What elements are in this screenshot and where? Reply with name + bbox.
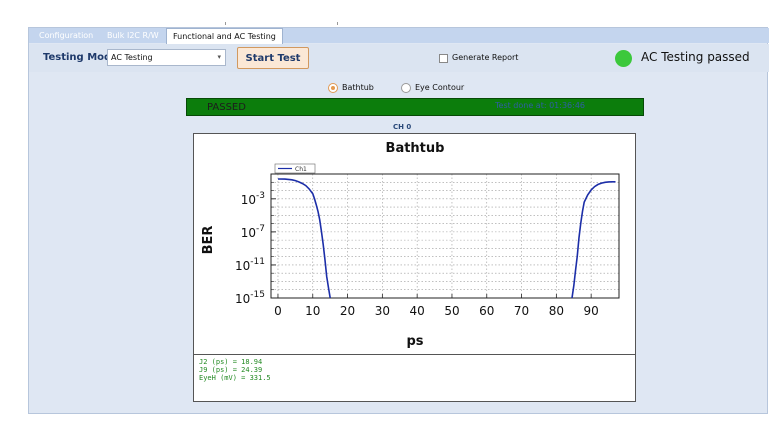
tab-bar: Configuration Bulk I2C R/W Functional an…	[29, 28, 769, 44]
y-tick-label: 10-11	[235, 257, 265, 273]
x-tick-label: 10	[305, 304, 320, 318]
metrics-panel: J2 (ps) = 18.94 J9 (ps) = 24.39 EyeH (mV…	[193, 355, 636, 402]
eye-contour-radio[interactable]	[401, 83, 411, 93]
eye-contour-radio-label[interactable]: Eye Contour	[415, 83, 464, 92]
chart-title: Bathtub	[386, 141, 445, 156]
x-tick-label: 60	[479, 304, 494, 318]
legend-entry-ch1: Ch1	[295, 166, 307, 173]
x-tick-label: 40	[410, 304, 425, 318]
y-axis-label: BER	[201, 226, 216, 255]
metric-j9: J9 (ps) = 24.39	[199, 366, 263, 374]
x-tick-label: 70	[514, 304, 529, 318]
chevron-down-icon[interactable]: ▾	[217, 50, 221, 65]
bathtub-radio[interactable]	[328, 83, 338, 93]
x-tick-label: 20	[340, 304, 355, 318]
toolbar: Testing Mode AC Testing ▾ Start Test Gen…	[29, 44, 769, 72]
tab-bulk-i2c[interactable]: Bulk I2C R/W	[101, 28, 165, 43]
app-panel: Configuration Bulk I2C R/W Functional an…	[28, 27, 769, 414]
bathtub-radio-label[interactable]: Bathtub	[342, 83, 374, 92]
bathtub-chart: Bathtub 0 10 20 30 40 50 60 70 80 90 10-3 10-7 10-11…	[193, 133, 636, 355]
series-ch1-left-edge	[277, 178, 331, 299]
y-tick-label: 10-7	[241, 224, 265, 240]
chart-legend: Ch1	[274, 163, 316, 174]
chart-svg: Bathtub 0 10 20 30 40 50 60 70 80 90 10-3 10-7 10-11…	[201, 141, 620, 349]
chart-series	[277, 178, 616, 299]
chart-grid	[271, 173, 619, 299]
generate-report-label: Generate Report	[452, 53, 519, 62]
channel-label: CH 0	[393, 123, 412, 131]
x-axis-label: ps	[406, 334, 423, 349]
testing-mode-select[interactable]: AC Testing ▾	[107, 49, 226, 66]
x-tick-label: 0	[274, 304, 282, 318]
metric-j2: J2 (ps) = 18.94	[199, 358, 263, 366]
x-tick-label: 90	[584, 304, 599, 318]
testing-mode-value: AC Testing	[111, 53, 153, 62]
window-edge-mark	[225, 22, 226, 25]
x-tick-label: 30	[375, 304, 390, 318]
x-tick-label: 50	[444, 304, 459, 318]
tab-configuration[interactable]: Configuration	[33, 28, 99, 43]
top-strip	[0, 0, 779, 27]
result-bar: PASSED Test done at: 01:36:46	[186, 98, 644, 116]
plot-frame	[270, 173, 620, 299]
result-status-text: PASSED	[207, 102, 246, 113]
y-tick-label: 10-15	[235, 290, 265, 306]
status-indicator-icon	[615, 50, 632, 67]
start-test-button[interactable]: Start Test	[237, 47, 309, 69]
status-text: AC Testing passed	[641, 50, 750, 64]
metric-eyeh: EyeH (mV) = 331.5	[199, 374, 271, 382]
window-edge-mark	[337, 22, 338, 25]
tab-functional-ac-testing[interactable]: Functional and AC Testing	[166, 28, 283, 44]
x-tick-label: 80	[549, 304, 564, 318]
y-tick-label: 10-3	[241, 191, 265, 207]
generate-report-checkbox[interactable]	[439, 54, 448, 63]
result-timestamp: Test done at: 01:36:46	[495, 101, 586, 110]
